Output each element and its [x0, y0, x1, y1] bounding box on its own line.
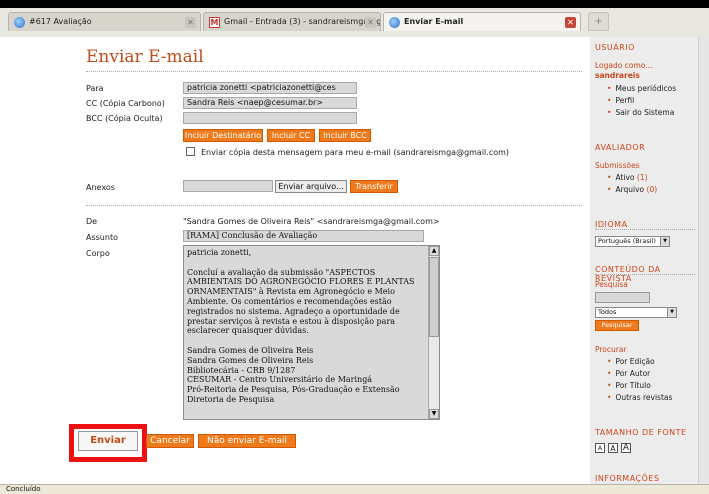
de-value: "Sandra Gomes de Oliveira Reis" <sandrar… [183, 217, 440, 226]
assunto-field[interactable]: [RAMA] Conclusão de Avaliação [183, 230, 424, 242]
link-perfil[interactable]: • Perfil [607, 96, 634, 105]
cancelar-button[interactable]: Cancelar [146, 434, 194, 448]
idioma-heading: IDIOMA [595, 220, 628, 229]
bcc-field[interactable] [183, 112, 357, 124]
browser-tab-bar: #617 Avaliação ✕ M Gmail - Entrada (3) -… [0, 0, 709, 37]
tab-gmail[interactable]: M Gmail - Entrada (3) - sandrareismga@g.… [203, 12, 381, 31]
copy-checkbox[interactable] [186, 147, 195, 156]
assunto-label: Assunto [86, 233, 118, 242]
corpo-paragraph: Concluí a avaliação da submissão "ASPECT… [187, 267, 415, 336]
search-input[interactable] [595, 292, 650, 303]
idioma-select[interactable]: Português (Brasil) ▼ [595, 236, 670, 247]
scroll-down-icon[interactable]: ▼ [429, 409, 439, 419]
divider [86, 205, 582, 206]
username: sandrareis [595, 71, 640, 80]
pesquisar-button[interactable]: Pesquisar [595, 320, 639, 331]
main-content: Enviar E-mail Para patricia zonetti <pat… [0, 37, 590, 484]
signature-line: Sandra Gomes de Oliveira Reis [187, 345, 314, 355]
avaliador-heading: AVALIADOR [595, 143, 646, 152]
submissoes-label: Submissões [595, 161, 640, 170]
close-icon[interactable]: ✕ [565, 17, 576, 28]
link-sair[interactable]: • Sair do Sistema [607, 108, 674, 117]
sidebar: USUÁRIO Logado como... sandrareis • Meus … [590, 37, 698, 484]
de-label: De [86, 217, 98, 226]
divider [86, 71, 582, 72]
signature-line: Pró-Reitoria de Pesquisa, Pós-Graduação … [187, 385, 400, 395]
font-size-medium[interactable]: A [608, 443, 618, 453]
link-ativo[interactable]: • Ativo (1) [607, 173, 648, 182]
corpo-greeting: patricia zonetti, [187, 248, 252, 257]
link-por-autor[interactable]: • Por Autor [607, 369, 650, 378]
close-icon[interactable]: ✕ [365, 17, 376, 28]
page-title: Enviar E-mail [86, 47, 204, 67]
transferir-button[interactable]: Transferir [350, 180, 398, 193]
globe-icon [14, 17, 25, 28]
cc-field[interactable]: Sandra Reis <naep@cesumar.br> [183, 97, 357, 109]
nao-enviar-button[interactable]: Não enviar E-mail [198, 434, 296, 448]
divider [595, 229, 695, 230]
link-por-edicao[interactable]: • Por Edição [607, 357, 655, 366]
signature-line: Sandra Gomes de Oliveira Reis [187, 355, 314, 365]
signature-line: CESUMAR - Centro Universitário de Maring… [187, 375, 373, 385]
chevron-down-icon: ▼ [660, 237, 669, 246]
scroll-thumb[interactable] [429, 257, 439, 337]
link-outras-revistas[interactable]: • Outras revistas [607, 393, 672, 402]
incluir-destinatario-button[interactable]: Incluir Destinatário [183, 129, 263, 142]
window-top-edge [0, 0, 709, 8]
font-size-large[interactable]: A [621, 443, 631, 453]
procurar-label: Procurar [595, 345, 627, 354]
link-por-titulo[interactable]: • Por Título [607, 381, 651, 390]
status-bar: Concluído [0, 484, 709, 494]
divider [595, 274, 695, 275]
link-meus-periodicos[interactable]: • Meus periódicos [607, 84, 676, 93]
link-arquivo[interactable]: • Arquivo (0) [607, 185, 657, 194]
copy-checkbox-label: Enviar cópia desta mensagem para meu e-m… [201, 148, 510, 157]
gmail-icon: M [209, 17, 220, 28]
pesquisa-label: Pesquisa [595, 280, 628, 289]
textarea-scrollbar[interactable]: ▲ ▼ [428, 246, 439, 419]
anexos-file-field[interactable] [183, 180, 273, 192]
tab-enviar-email[interactable]: Enviar E-mail ✕ [383, 12, 581, 31]
signature-line: Diretoria de Pesquisa [187, 394, 275, 404]
font-size-small[interactable]: A [595, 443, 605, 453]
logado-como: Logado como... [595, 61, 653, 70]
corpo-label: Corpo [86, 249, 110, 258]
corpo-textarea[interactable]: patricia zonetti, Concluí a avaliação da… [183, 245, 440, 420]
new-tab-button[interactable]: + [588, 12, 609, 31]
cc-label: CC (Cópia Carbono) [86, 99, 165, 108]
anexos-label: Anexos [86, 183, 115, 192]
chevron-down-icon: ▼ [667, 308, 676, 317]
incluir-cc-button[interactable]: Incluir CC [267, 129, 315, 142]
close-icon[interactable]: ✕ [185, 17, 196, 28]
signature-line: Bibliotecária - CRB 9/1287 [187, 365, 296, 375]
enviar-button[interactable]: Enviar [78, 431, 138, 451]
scroll-up-icon[interactable]: ▲ [429, 246, 439, 256]
para-label: Para [86, 84, 104, 93]
informacoes-heading: INFORMAÇÕES [595, 474, 660, 483]
bcc-label: BCC (Cópia Oculta) [86, 114, 163, 123]
page-scrollbar[interactable] [698, 37, 709, 484]
para-field[interactable]: patricia zonetti <patriciazonetti@ces [183, 82, 357, 94]
search-scope-select[interactable]: Todos ▼ [595, 307, 677, 318]
globe-icon [389, 17, 400, 28]
enviar-arquivo-button[interactable]: Enviar arquivo... [275, 180, 347, 193]
usuario-heading: USUÁRIO [595, 43, 635, 52]
incluir-bcc-button[interactable]: Incluir BCC [319, 129, 371, 142]
tab-avaliacao[interactable]: #617 Avaliação ✕ [8, 12, 201, 31]
tamanho-heading: TAMANHO DE FONTE [595, 428, 687, 437]
